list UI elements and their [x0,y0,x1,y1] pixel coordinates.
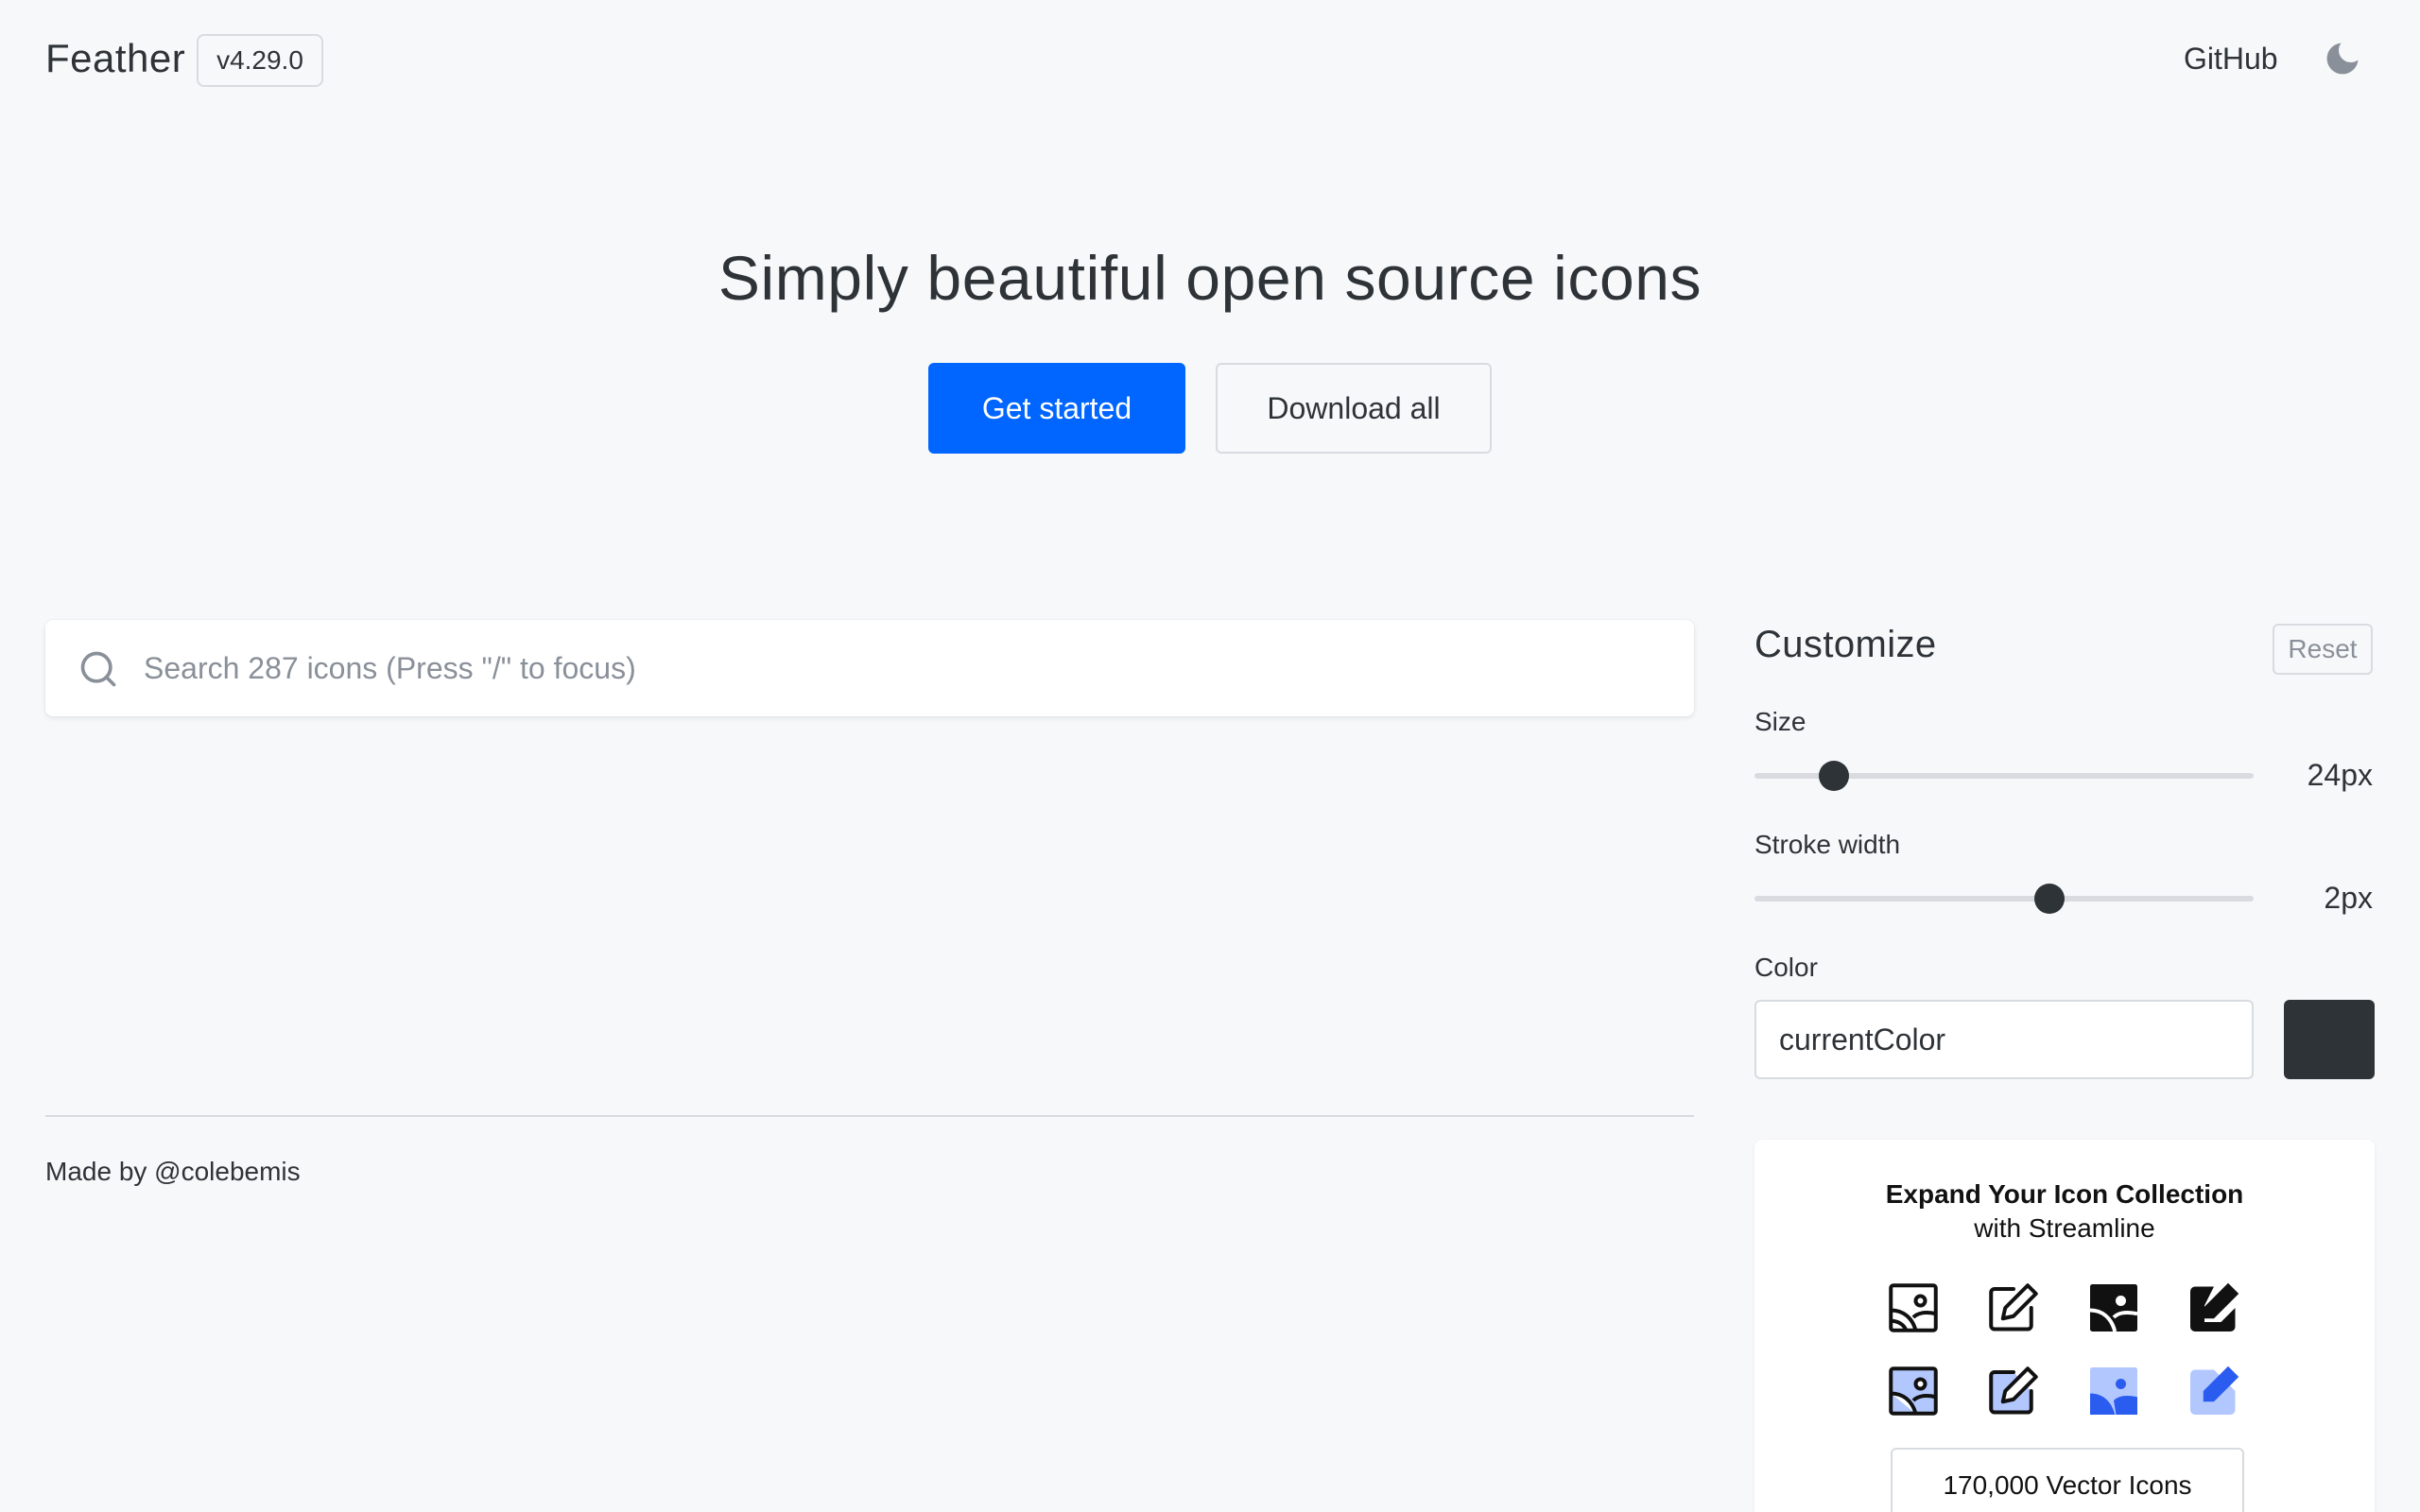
search-bar[interactable] [45,620,1694,716]
edit-duo-icon [1989,1366,2038,1415]
edit-flat-icon [2190,1366,2239,1415]
size-label: Size [1754,707,1806,736]
hero-title: Simply beautiful open source icons [717,243,1703,313]
ad-subtitle: with Streamline [1974,1213,2155,1243]
reset-button[interactable]: Reset [2273,624,2373,675]
version-badge[interactable]: v4.29.0 [197,34,323,87]
footer-credit[interactable]: Made by @colebemis [45,1157,301,1187]
image-solid-icon [2089,1284,2138,1332]
size-slider[interactable] [1754,761,2254,791]
moon-icon[interactable] [2322,38,2363,79]
download-all-button[interactable]: Download all [1216,363,1492,454]
feather-page: Feather v4.29.0 GitHub Simply beautiful … [0,0,2420,1512]
edit-outline-icon [1989,1283,2038,1332]
stroke-width-slider-thumb[interactable] [2033,884,2065,914]
image-outline-icon [1889,1283,1938,1332]
edit-solid-icon [2190,1282,2239,1332]
github-link[interactable]: GitHub [2184,42,2278,77]
color-swatch[interactable] [2284,1000,2375,1079]
stroke-width-value: 2px [2324,881,2373,915]
get-started-button[interactable]: Get started [928,363,1185,454]
search-input[interactable] [144,620,1656,716]
color-input[interactable] [1754,1000,2254,1079]
stroke-width-slider[interactable] [1754,884,2254,914]
image-duo-icon [1889,1366,1938,1416]
logo[interactable]: Feather [45,36,185,81]
ad-title: Expand Your Icon Collection [1885,1179,2244,1209]
streamline-ad-card[interactable]: Expand Your Icon Collection with Streaml… [1754,1140,2375,1512]
search-icon [80,651,116,687]
size-value: 24px [2307,758,2373,792]
customize-title: Customize [1754,624,1937,665]
vector-icons-button[interactable]: 170,000 Vector Icons [1891,1448,2244,1512]
image-flat-icon [2090,1367,2137,1415]
stroke-width-label: Stroke width [1754,830,1901,859]
color-label: Color [1754,953,1818,982]
size-slider-thumb[interactable] [1819,761,1850,791]
divider [45,1115,1694,1117]
